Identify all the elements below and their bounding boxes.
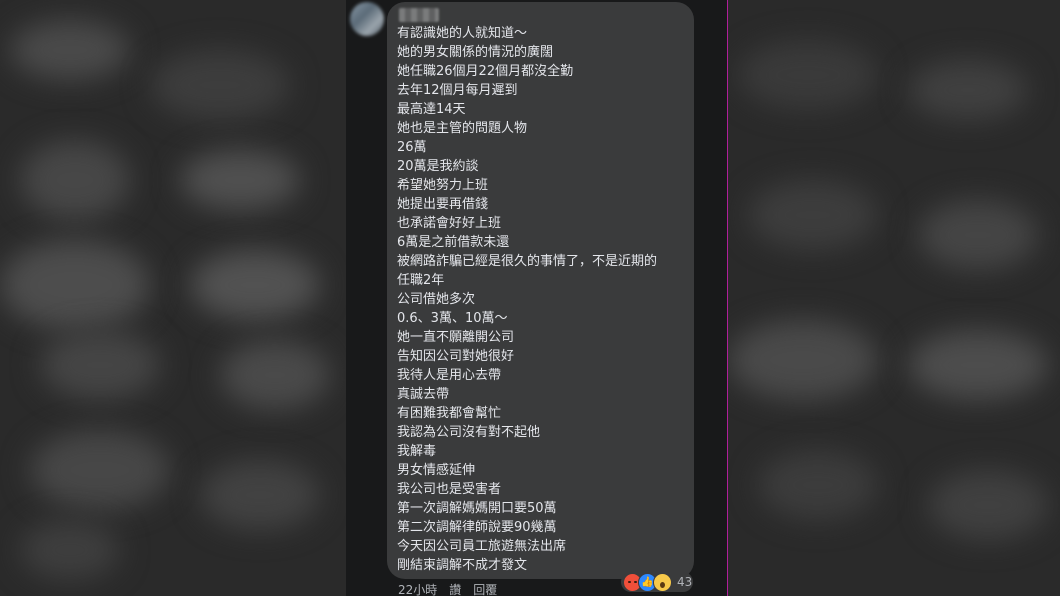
reaction-count: 43	[677, 575, 693, 589]
comment-panel: 有認識她的人就知道～ 她的男女關係的情況的廣闊 她任職26個月22個月都沒全勤 …	[346, 0, 728, 596]
comment-bubble: 有認識她的人就知道～ 她的男女關係的情況的廣闊 她任職26個月22個月都沒全勤 …	[387, 2, 694, 579]
blurred-background-right	[728, 0, 1060, 596]
comment-line: 也承諾會好好上班	[397, 216, 502, 231]
comment-line: 公司借她多次	[397, 292, 476, 307]
comment-line: 她任職26個月22個月都沒全勤	[397, 64, 574, 79]
comment-line: 被網路詐騙已經是很久的事情了，不是近期的	[397, 254, 658, 269]
comment-line: 她也是主管的問題人物	[397, 121, 528, 136]
like-button[interactable]: 讚	[449, 582, 461, 596]
comment-line: 0.6、3萬、10萬～	[397, 311, 508, 326]
comment-text: 有認識她的人就知道～ 她的男女關係的情況的廣闊 她任職26個月22個月都沒全勤 …	[397, 24, 689, 575]
wow-icon	[653, 572, 672, 592]
comment-line: 6萬是之前借款未還	[397, 235, 510, 250]
comment-line: 我認為公司沒有對不起他	[397, 425, 541, 440]
comment-line: 希望她努力上班	[397, 178, 489, 193]
author-name-redacted[interactable]	[399, 8, 439, 22]
comment-line: 最高達14天	[397, 102, 466, 117]
comment-line: 第一次調解媽媽開口要50萬	[397, 501, 557, 516]
comment-line: 有認識她的人就知道～	[397, 26, 528, 41]
avatar[interactable]	[350, 2, 384, 36]
comment-line: 20萬是我約談	[397, 159, 479, 174]
comment-line: 有困難我都會幫忙	[397, 406, 502, 421]
reply-button[interactable]: 回覆	[473, 582, 497, 596]
timestamp-link[interactable]: 22小時	[398, 582, 437, 596]
blurred-background-left	[0, 0, 346, 596]
comment-line: 我公司也是受害者	[397, 482, 502, 497]
comment-line: 今天因公司員工旅遊無法出席	[397, 539, 567, 554]
comment-line: 她提出要再借錢	[397, 197, 489, 212]
comment-line: 真誠去帶	[397, 387, 450, 402]
comment-line: 告知因公司對她很好	[397, 349, 515, 364]
comment-line: 她一直不願離開公司	[397, 330, 515, 345]
comment-line: 第二次調解律師說要90幾萬	[397, 520, 557, 535]
comment-line: 我待人是用心去帶	[397, 368, 502, 383]
comment-actions: 22小時 讚 回覆	[398, 582, 497, 596]
comment-line: 男女情感延伸	[397, 463, 476, 478]
comment-line: 她的男女關係的情況的廣闊	[397, 45, 554, 60]
reaction-summary[interactable]: 👍 43	[621, 572, 693, 592]
comment-line: 26萬	[397, 140, 427, 155]
comment-line: 我解毒	[397, 444, 437, 459]
comment-line: 去年12個月每月遲到	[397, 83, 518, 98]
comment-line: 任職2年	[397, 273, 445, 288]
